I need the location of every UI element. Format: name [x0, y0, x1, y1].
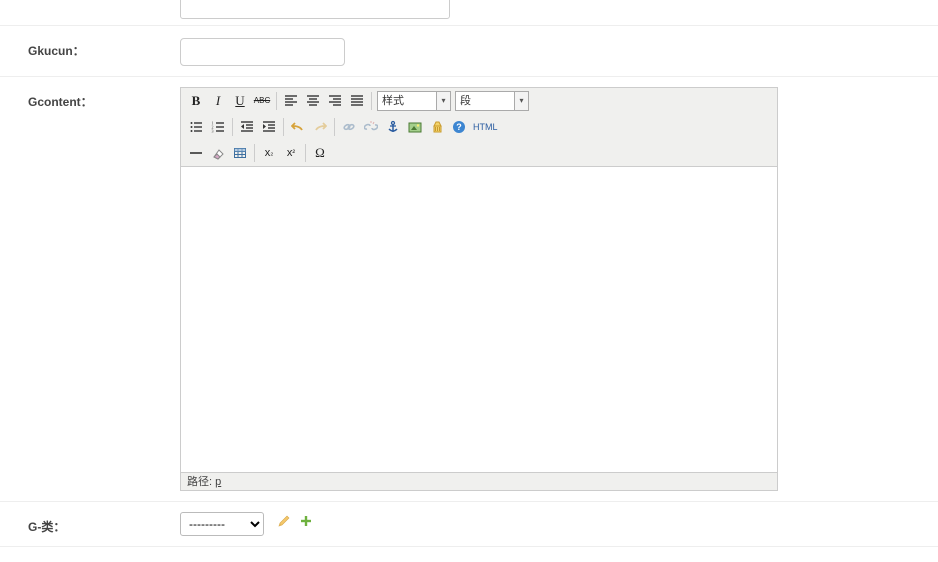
dropdown-arrow-icon: ▾ — [514, 92, 528, 110]
separator — [232, 118, 233, 136]
align-right-button[interactable] — [325, 91, 345, 111]
rich-text-editor: B I U ABC — [180, 87, 778, 491]
hr-button[interactable] — [186, 143, 206, 163]
separator — [283, 118, 284, 136]
gclass-value: --------- — [180, 512, 938, 536]
editor-content-area[interactable] — [181, 167, 777, 472]
html-button[interactable]: HTML — [471, 117, 500, 137]
image-button[interactable] — [405, 117, 425, 137]
outdent-button[interactable] — [237, 117, 257, 137]
sup-2: ² — [292, 148, 295, 157]
separator — [371, 92, 372, 110]
gkucun-label: Gkucun： — [0, 36, 180, 59]
top-input[interactable] — [180, 0, 450, 19]
align-left-button[interactable] — [281, 91, 301, 111]
form-row-top — [0, 0, 938, 26]
link-button[interactable] — [339, 117, 359, 137]
bullet-list-button[interactable] — [186, 117, 206, 137]
form-row-gkucun: Gkucun： — [0, 26, 938, 77]
special-char-button[interactable]: Ω — [310, 143, 330, 163]
toolbar-row-1: B I U ABC — [181, 88, 777, 114]
help-button[interactable]: ? — [449, 117, 469, 137]
gkucun-input[interactable] — [180, 38, 345, 66]
subscript-button[interactable]: x₂ — [259, 143, 279, 163]
toolbar-row-2: 123 — [181, 114, 777, 140]
cleanup-button[interactable] — [427, 117, 447, 137]
undo-button[interactable] — [288, 117, 308, 137]
indent-button[interactable] — [259, 117, 279, 137]
unlink-button[interactable] — [361, 117, 381, 137]
bold-button[interactable]: B — [186, 91, 206, 111]
strikethrough-button[interactable]: ABC — [252, 91, 272, 111]
paragraph-select[interactable]: 段 ▾ — [455, 91, 529, 111]
remove-format-button[interactable] — [208, 143, 228, 163]
style-select-text: 样式 — [378, 92, 436, 110]
toolbar-row-3: x₂ x² Ω — [181, 140, 777, 166]
gcontent-label: Gcontent： — [0, 87, 180, 110]
anchor-button[interactable] — [383, 117, 403, 137]
separator — [334, 118, 335, 136]
editor-toolbar: B I U ABC — [181, 88, 777, 167]
gkucun-value — [180, 36, 938, 66]
form-row-gcontent: Gcontent： B I U ABC — [0, 77, 938, 502]
path-value[interactable]: p — [215, 476, 221, 488]
dropdown-arrow-icon: ▾ — [436, 92, 450, 110]
italic-button[interactable]: I — [208, 91, 228, 111]
gclass-select[interactable]: --------- — [180, 512, 264, 536]
superscript-button[interactable]: x² — [281, 143, 301, 163]
add-icon[interactable] — [299, 514, 313, 528]
form-row-gclass: G-类： --------- — [0, 502, 938, 547]
number-list-button[interactable]: 123 — [208, 117, 228, 137]
svg-text:?: ? — [456, 122, 462, 132]
paragraph-select-text: 段 — [456, 92, 514, 110]
align-justify-button[interactable] — [347, 91, 367, 111]
gclass-actions — [277, 514, 313, 528]
redo-button[interactable] — [310, 117, 330, 137]
path-label: 路径: — [187, 476, 212, 488]
gcontent-value-cell: B I U ABC — [180, 87, 938, 491]
separator — [276, 92, 277, 110]
style-select[interactable]: 样式 ▾ — [377, 91, 451, 111]
gclass-label: G-类： — [0, 512, 180, 535]
top-value — [180, 0, 938, 19]
separator — [254, 144, 255, 162]
table-button[interactable] — [230, 143, 250, 163]
editor-path-bar: 路径: p — [181, 472, 777, 490]
separator — [305, 144, 306, 162]
sub-2: ₂ — [270, 148, 273, 157]
edit-icon[interactable] — [277, 514, 291, 528]
align-center-button[interactable] — [303, 91, 323, 111]
svg-text:3: 3 — [212, 128, 214, 133]
underline-button[interactable]: U — [230, 91, 250, 111]
